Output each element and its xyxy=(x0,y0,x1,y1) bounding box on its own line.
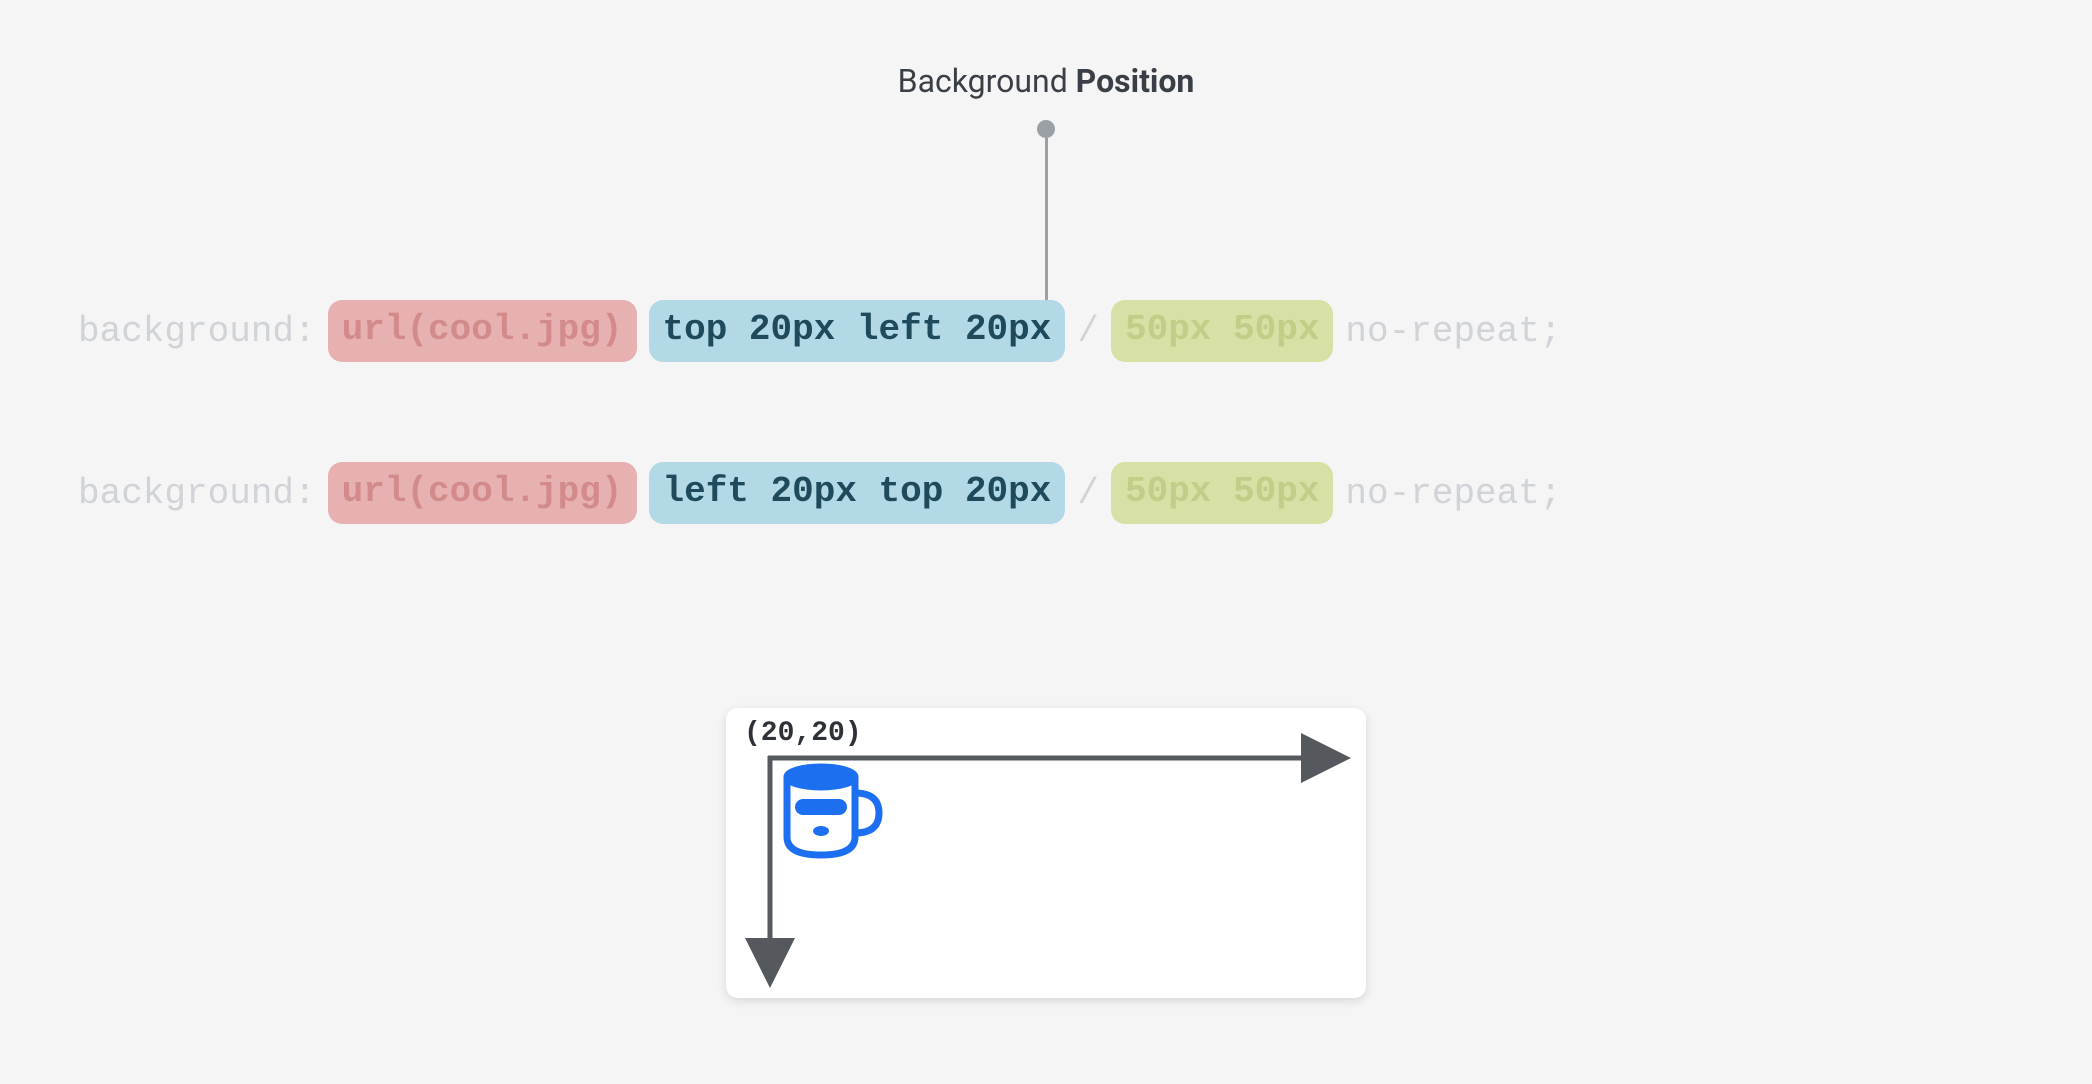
css-property: background: xyxy=(78,311,316,352)
code-line-1: background: url(cool.jpg) top 20px left … xyxy=(78,300,2014,362)
preview-box: (20,20) xyxy=(726,708,1366,998)
separator-slash: / xyxy=(1077,311,1099,352)
connector-line xyxy=(1037,120,1055,318)
connector-dot-icon xyxy=(1037,120,1055,138)
connector-stem xyxy=(1045,138,1048,318)
bg-position-pill: left 20px top 20px xyxy=(649,462,1066,524)
title-bold: Position xyxy=(1076,62,1195,100)
bg-position-pill: top 20px left 20px xyxy=(649,300,1066,362)
bg-url-pill: url(cool.jpg) xyxy=(328,462,637,524)
diagram-title: Background Position xyxy=(898,62,1195,100)
bg-repeat-text: no-repeat; xyxy=(1345,473,1561,514)
code-block: background: url(cool.jpg) top 20px left … xyxy=(78,300,2014,524)
diagram-canvas: Background Position background: url(cool… xyxy=(0,0,2092,1084)
mug-icon xyxy=(781,763,891,863)
title-prefix: Background xyxy=(898,62,1076,100)
bg-size-pill: 50px 50px xyxy=(1111,300,1333,362)
bg-repeat-text: no-repeat; xyxy=(1345,311,1561,352)
code-line-2: background: url(cool.jpg) left 20px top … xyxy=(78,462,2014,524)
separator-slash: / xyxy=(1077,473,1099,514)
bg-url-pill: url(cool.jpg) xyxy=(328,300,637,362)
css-property: background: xyxy=(78,473,316,514)
bg-size-pill: 50px 50px xyxy=(1111,462,1333,524)
